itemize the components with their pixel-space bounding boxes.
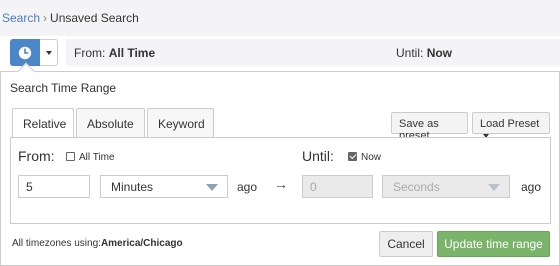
from-unit-value: Minutes [111,180,154,194]
from-label: From: [74,46,106,60]
until-label: Until: [396,46,424,60]
save-preset-button[interactable]: Save as preset [391,112,468,142]
time-range-until: Until: Now [396,46,452,60]
right-arrow-icon: → [274,176,288,192]
all-time-checkbox[interactable] [66,152,75,161]
timezone-note: All timezones using:America/Chicago [12,238,183,249]
until-unit-value: Seconds [393,180,440,194]
cancel-button[interactable]: Cancel [379,231,433,257]
breadcrumb: Search › Unsaved Search [0,0,560,36]
time-range-from: From: All Time [74,46,155,60]
update-time-range-button[interactable]: Update time range [437,231,550,257]
relative-range-form: From: All Time 5 Minutes ago → Until: No… [10,137,551,224]
from-amount-input[interactable]: 5 [18,175,90,198]
breadcrumb-separator: › [43,11,48,25]
from-ago-label: ago [237,180,258,194]
tab-keyword[interactable]: Keyword [147,108,214,138]
time-range-panel: Search Time Range Relative Absolute Keyw… [0,62,560,266]
dropdown-arrow-icon [488,184,500,191]
timezone-value: America/Chicago [100,238,183,249]
until-amount-input[interactable]: 0 [302,175,373,198]
from-value: All Time [108,46,156,60]
caret-down-icon [45,50,52,55]
tab-relative[interactable]: Relative [12,108,74,138]
time-range-display[interactable]: From: All Time Until: Now [66,39,560,66]
until-ago-label: ago [521,180,542,194]
load-preset-label: Load Preset [480,118,540,130]
search-toolbar: From: All Time Until: Now [0,36,560,69]
until-value: Now [426,46,453,60]
from-field-label: From: [18,148,55,164]
dropdown-arrow-icon [206,184,218,191]
panel-title: Search Time Range [10,81,117,95]
timezone-prefix: All timezones using: [12,238,101,249]
now-label: Now [361,152,382,163]
breadcrumb-current: Unsaved Search [50,11,139,25]
time-range-menu-button[interactable] [40,39,58,66]
from-unit-select[interactable]: Minutes [100,175,228,198]
until-unit-select[interactable]: Seconds [382,175,510,198]
load-preset-button[interactable]: Load Preset [472,112,550,139]
clock-icon [18,46,32,59]
tab-absolute[interactable]: Absolute [76,108,145,138]
now-checkbox[interactable] [348,152,357,161]
breadcrumb-search-link[interactable]: Search [2,11,40,25]
all-time-label: All Time [79,152,115,163]
until-field-label: Until: [302,148,334,164]
